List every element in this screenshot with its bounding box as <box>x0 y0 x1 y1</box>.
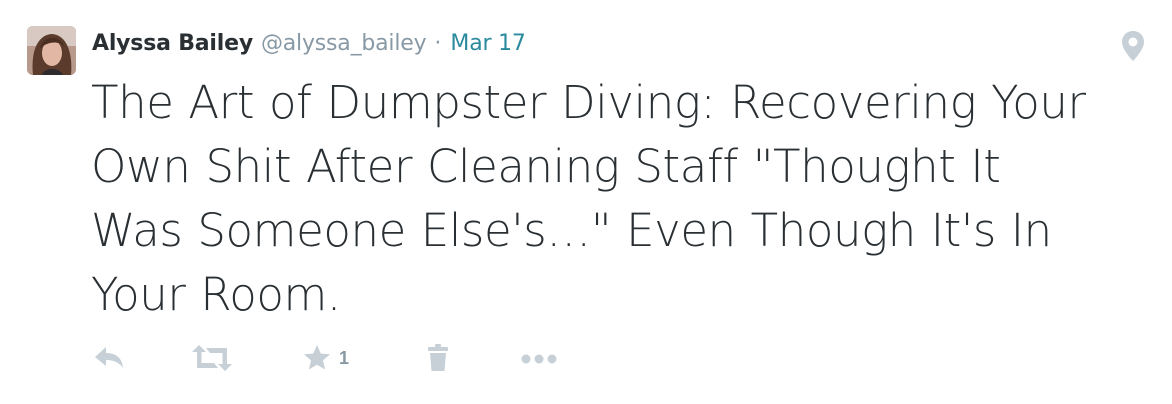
tweet-header: Alyssa Bailey @alyssa_bailey · Mar 17 <box>92 26 526 60</box>
tweet-text: The Art of Dumpster Diving: Recovering Y… <box>91 76 1086 321</box>
avatar[interactable] <box>27 26 76 75</box>
delete-button[interactable] <box>426 340 450 376</box>
tweet-timestamp[interactable]: Mar 17 <box>450 31 525 56</box>
retweet-button[interactable] <box>190 340 234 376</box>
reply-icon <box>95 347 123 368</box>
favorite-count: 1 <box>339 347 350 368</box>
user-avatar-photo-icon <box>27 26 76 75</box>
more-dots-icon <box>521 354 557 364</box>
location-pin-icon[interactable] <box>1119 29 1147 63</box>
author-username[interactable]: @alyssa_bailey <box>261 31 427 56</box>
author-full-name[interactable]: Alyssa Bailey <box>92 31 253 56</box>
trash-icon <box>428 344 448 371</box>
header-separator: · <box>434 30 442 56</box>
tweet: Alyssa Bailey @alyssa_bailey · Mar 17 Th… <box>0 0 1172 404</box>
more-options-button[interactable] <box>520 340 560 376</box>
retweet-icon <box>192 345 232 371</box>
reply-button[interactable] <box>92 340 126 376</box>
favorite-button[interactable]: 1 <box>302 340 349 376</box>
star-icon <box>304 345 330 370</box>
